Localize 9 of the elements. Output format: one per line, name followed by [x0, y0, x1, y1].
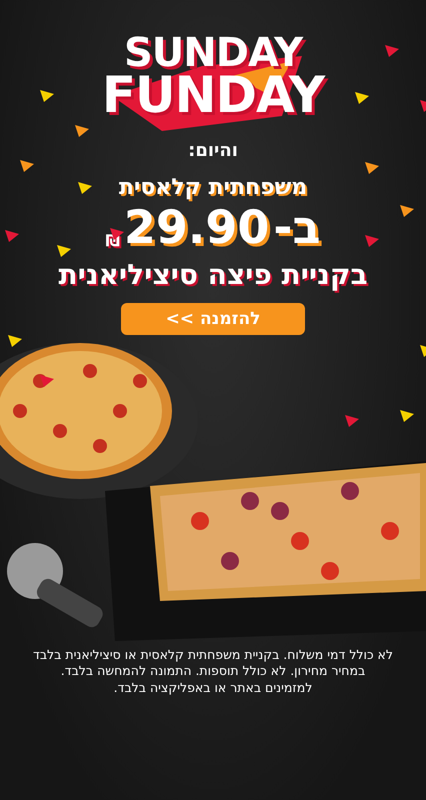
currency-symbol: ₪	[105, 230, 120, 250]
product-title: משפחתית קלאסית	[118, 174, 308, 200]
order-button[interactable]: להזמנה >>	[121, 302, 305, 334]
price-prefix: ב-	[273, 204, 321, 250]
offer-condition: בקניית פיצה סיציליאנית	[58, 258, 368, 290]
disclaimer-text: לא כולל דמי משלוח. בקניית משפחתית קלאסית או סיציליאנית בלבד במחיר מחירון. לא כולל תוספות. התמונה להמחשה בלבד. למזמינים באתר או באפליקציה בלבד.	[32, 646, 394, 698]
logo-text: SUNDAY	[124, 34, 302, 72]
intro-text: והיום:	[188, 140, 238, 160]
price: 29.90	[124, 204, 270, 250]
